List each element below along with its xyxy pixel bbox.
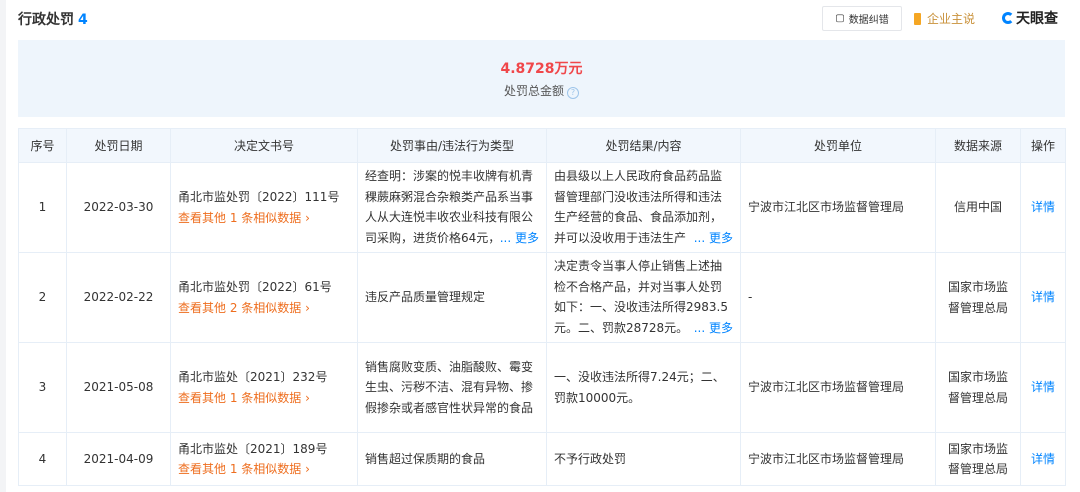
document-icon: ▢ [835, 13, 845, 24]
similar-link[interactable]: 查看其他 1 条相似数据 › [178, 208, 350, 229]
row-source: 信用中国 [935, 162, 1021, 253]
row-doc: 甬北市监处〔2021〕189号查看其他 1 条相似数据 › [170, 432, 358, 486]
row-unit: 宁波市江北区市场监督管理局 [740, 162, 936, 253]
details-link[interactable]: 详情 [1020, 342, 1066, 433]
total-amount-label-text: 处罚总金额 [503, 84, 564, 98]
help-icon[interactable]: ? [567, 87, 579, 99]
reason-text: 销售腐败变质、油脂酸败、霉变生虫、污秽不洁、混有异物、掺假掺杂或者感官性状异常的… [365, 359, 534, 415]
total-amount: 4.8728万元 [500, 61, 583, 77]
row-reason: 违反产品质量管理规定 [357, 252, 547, 343]
row-unit: 宁波市江北区市场监督管理局 [740, 432, 936, 486]
logo-icon [1002, 12, 1014, 24]
similar-label: 查看其他 2 条相似数据 [178, 300, 302, 315]
table-row: 4 2021-04-09 甬北市监处〔2021〕189号 查看其他 1 条相似数据… [18, 432, 1066, 486]
row-date: 2021-04-09 [66, 432, 171, 486]
row-no: 2 [18, 252, 67, 343]
row-source: 国家市场监督管理总局 [935, 432, 1021, 486]
similar-label: 查看其他 1 条相似数据 [178, 390, 302, 405]
row-no: 3 [18, 342, 67, 433]
col-date: 处罚日期 [66, 128, 171, 163]
details-link[interactable]: 详情 [1020, 432, 1066, 486]
penalty-table: 序号 处罚日期 决定文书号 处罚事由/违法行为类型 处罚结果/内容 处罚单位 数… [18, 128, 1066, 486]
row-result: 决定责令当事人停止销售上述抽检不合格产品，并对当事人处罚如下：一、没收违法所得2… [546, 252, 741, 343]
penalty-summary: 4.8728万元 处罚总金额? [18, 40, 1065, 117]
row-reason: 经查明：涉案的悦丰收牌有机青稞蕨麻粥混合杂粮类产品系当事人从大连悦丰收农业科技有… [357, 162, 547, 253]
section-title: 行政处罚 4 [18, 9, 88, 29]
row-doc: 甬北市监处〔2021〕232号查看其他 1 条相似数据 › [170, 342, 358, 433]
total-amount-label: 处罚总金额? [18, 82, 1065, 99]
company-owner-link[interactable]: 企业主说 [914, 10, 975, 27]
col-result: 处罚结果/内容 [546, 128, 741, 163]
row-reason: 销售超过保质期的食品 [357, 432, 547, 486]
doc-number: 甬北市监处〔2021〕232号 [178, 370, 328, 384]
col-unit: 处罚单位 [740, 128, 936, 163]
row-reason: 销售腐败变质、油脂酸败、霉变生虫、污秽不洁、混有异物、掺假掺杂或者感官性状异常的… [357, 342, 547, 433]
col-source: 数据来源 [935, 128, 1021, 163]
result-more-link[interactable]: ... 更多 [689, 228, 733, 249]
result-more-link[interactable]: ... 更多 [689, 318, 733, 339]
table-row: 3 2021-05-08 甬北市监处〔2021〕232号 查看其他 1 条相似数据… [18, 342, 1066, 433]
data-correction-button[interactable]: ▢ 数据纠错 [822, 6, 902, 31]
table-row: 1 2022-03-30 甬北市监处罚〔2022〕111号 查看其他 1 条相似数… [18, 162, 1066, 253]
row-unit: - [740, 252, 936, 343]
details-link[interactable]: 详情 [1020, 252, 1066, 343]
doc-number: 甬北市监处〔2021〕189号 [178, 441, 328, 456]
row-unit: 宁波市江北区市场监督管理局 [740, 342, 936, 433]
row-doc: 甬北市监处罚〔2022〕111号查看其他 1 条相似数据 › [170, 162, 358, 253]
similar-label: 查看其他 1 条相似数据 [178, 210, 302, 225]
tianyancha-logo: 天眼查 [1002, 8, 1058, 28]
row-result: 一、没收违法所得7.24元；二、罚款10000元。 [546, 342, 741, 433]
left-gutter [0, 0, 6, 492]
speaker-icon [914, 12, 921, 25]
row-result: 不予行政处罚 [546, 432, 741, 486]
similar-label: 查看其他 1 条相似数据 [178, 462, 302, 476]
row-source: 国家市场监督管理总局 [935, 342, 1021, 433]
doc-number: 甬北市监处罚〔2022〕61号 [178, 280, 332, 294]
row-doc: 甬北市监处罚〔2022〕61号查看其他 2 条相似数据 › [170, 252, 358, 343]
similar-link[interactable]: 查看其他 2 条相似数据 › [178, 298, 350, 319]
table-row: 2 2022-02-22 甬北市监处罚〔2022〕61号 查看其他 2 条相似数据… [18, 252, 1066, 343]
similar-link[interactable]: 查看其他 1 条相似数据 › [178, 459, 350, 480]
row-no: 4 [18, 432, 67, 486]
col-no: 序号 [18, 128, 67, 163]
title-text: 行政处罚 [18, 12, 74, 28]
row-result: 由县级以上人民政府食品药品监督管理部门没收违法所得和违法生产经营的食品、食品添加… [546, 162, 741, 253]
data-correction-label: 数据纠错 [848, 15, 889, 26]
doc-number: 甬北市监处罚〔2022〕111号 [178, 190, 340, 204]
details-link[interactable]: 详情 [1020, 162, 1066, 253]
table-header: 序号 处罚日期 决定文书号 处罚事由/违法行为类型 处罚结果/内容 处罚单位 数… [18, 128, 1066, 163]
owner-label: 企业主说 [927, 12, 976, 26]
row-date: 2021-05-08 [66, 342, 171, 433]
col-reason: 处罚事由/违法行为类型 [357, 128, 547, 163]
col-doc: 决定文书号 [170, 128, 358, 163]
col-action: 操作 [1020, 128, 1066, 163]
title-count: 4 [78, 12, 88, 28]
logo-text: 天眼查 [1016, 11, 1058, 27]
row-date: 2022-02-22 [66, 252, 171, 343]
similar-link[interactable]: 查看其他 1 条相似数据 › [178, 388, 350, 409]
reason-more-link[interactable]: ... 更多 [495, 228, 539, 249]
row-date: 2022-03-30 [66, 162, 171, 253]
row-source: 国家市场监督管理总局 [935, 252, 1021, 343]
row-no: 1 [18, 162, 67, 253]
